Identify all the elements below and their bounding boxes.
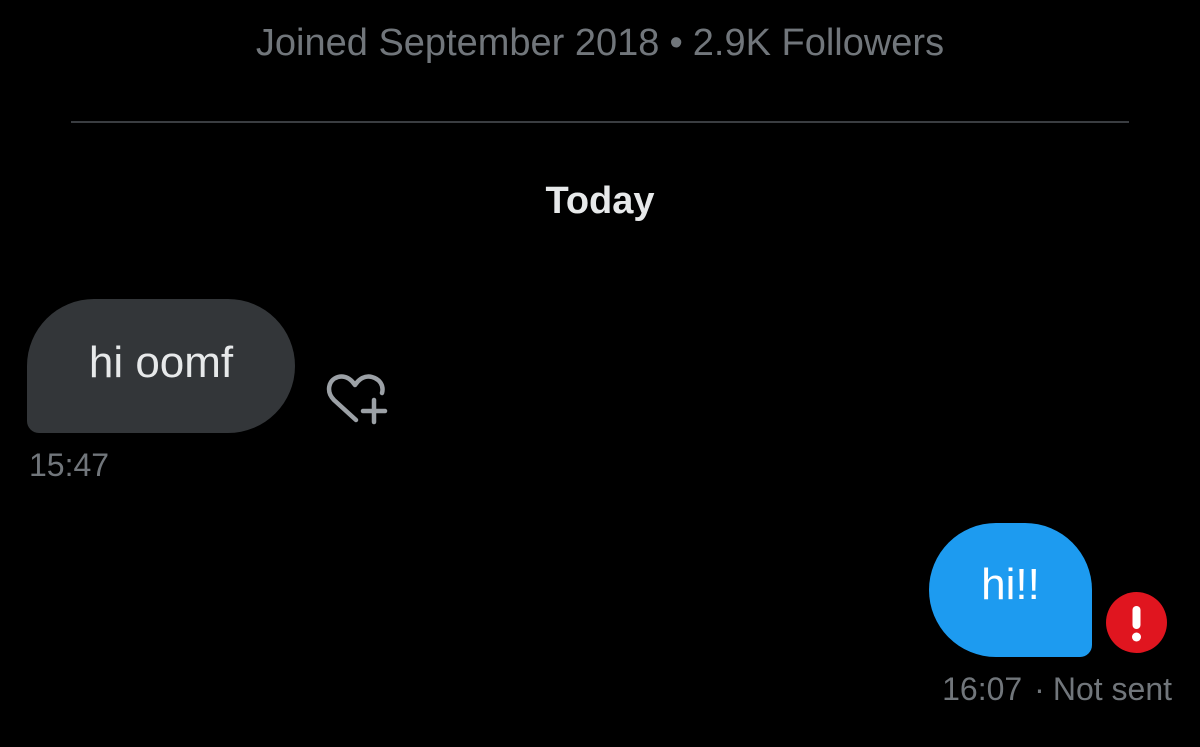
received-message-time: 15:47 — [29, 447, 110, 483]
retry-send-button[interactable] — [1106, 592, 1167, 653]
date-header: Today — [545, 180, 655, 222]
received-message-text: hi oomf — [88, 338, 234, 387]
status-separator: · — [1034, 671, 1045, 707]
exclamation-icon — [1132, 606, 1141, 642]
sent-message-time: 16:07 — [942, 671, 1023, 707]
sent-message-bubble[interactable]: hi!! — [929, 523, 1092, 657]
add-reaction-button[interactable] — [322, 370, 388, 430]
joined-date: Joined September 2018 — [255, 22, 660, 64]
sent-message-text: hi!! — [981, 560, 1040, 609]
profile-meta: Joined September 2018 • 2.9K Followers — [0, 22, 1200, 65]
followers-count[interactable]: 2.9K Followers — [693, 22, 944, 64]
meta-separator: • — [669, 22, 683, 64]
received-message-bubble[interactable]: hi oomf — [27, 299, 295, 433]
divider — [71, 121, 1129, 123]
not-sent-label: Not sent — [1052, 671, 1172, 707]
heart-plus-icon — [326, 374, 388, 425]
sent-message-status: 16:07 · Not sent — [942, 671, 1172, 708]
